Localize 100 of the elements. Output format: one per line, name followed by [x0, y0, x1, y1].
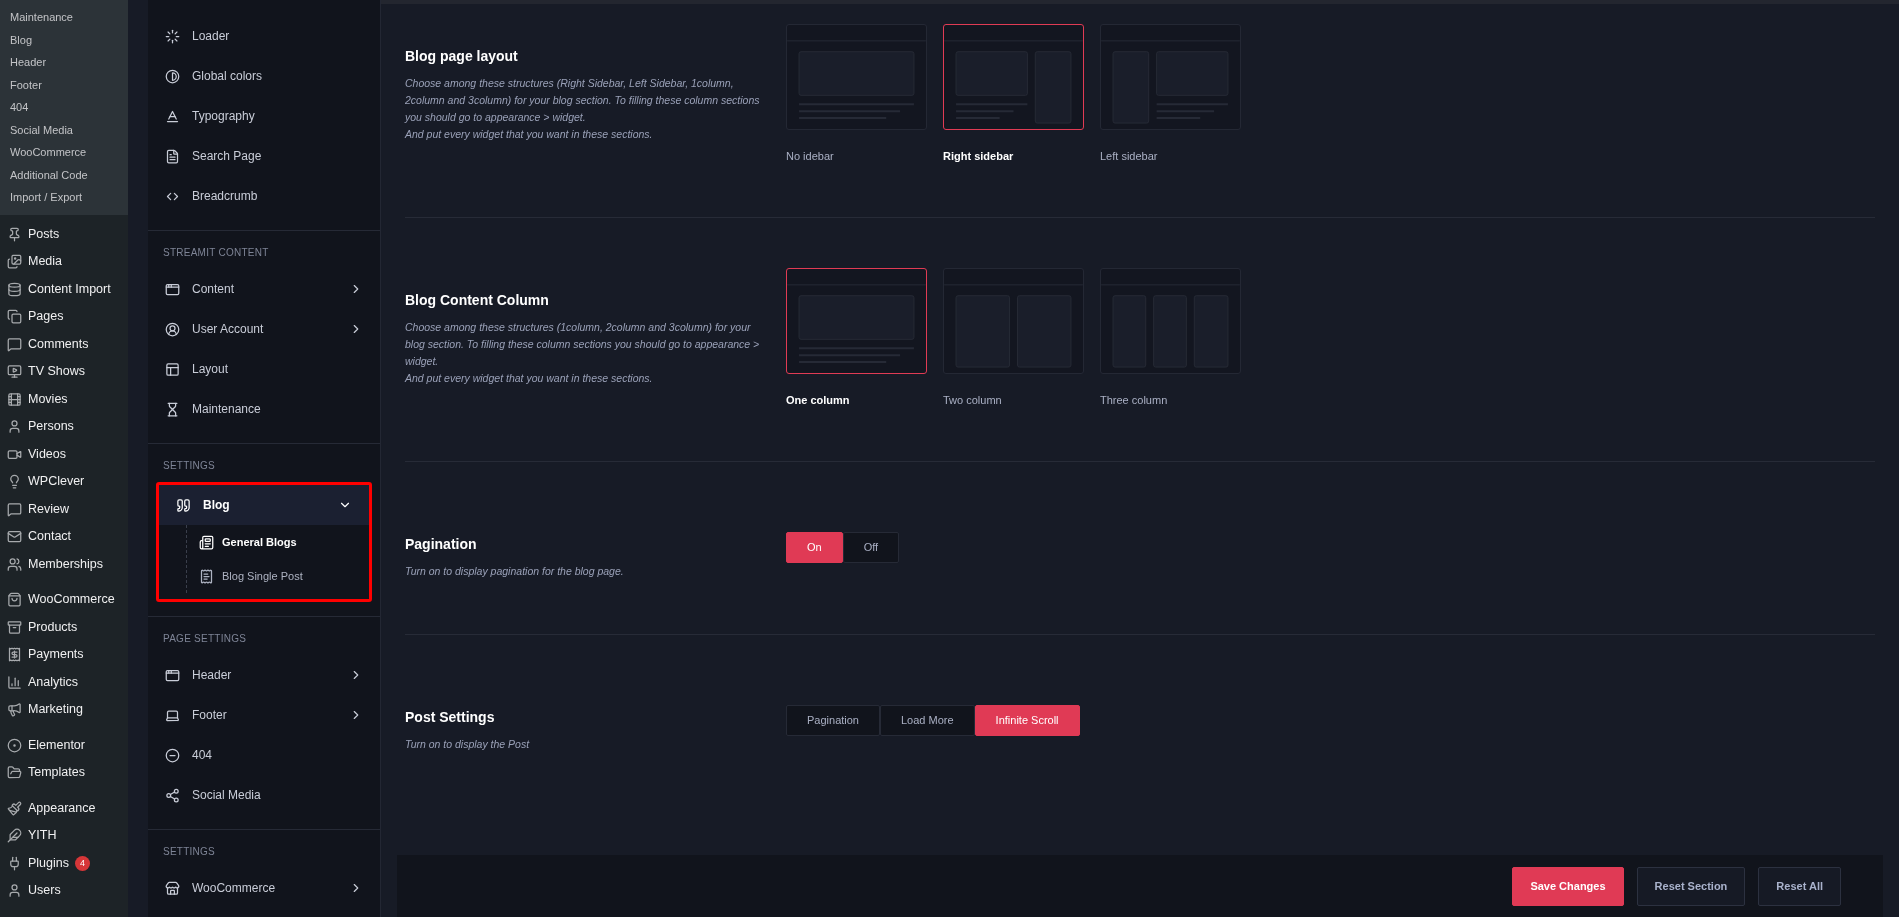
menu-item[interactable]: Elementor	[0, 731, 128, 759]
archive-box-icon	[7, 619, 22, 635]
sub-nav-item[interactable]: General Blogs	[187, 525, 369, 559]
segment-button[interactable]: Infinite Scroll	[974, 705, 1080, 736]
nav-item[interactable]: Breadcrumb	[148, 176, 380, 216]
nav-item[interactable]: Social Media	[148, 775, 380, 815]
menu-item[interactable]: Review	[0, 495, 128, 523]
newspaper-icon	[199, 534, 214, 550]
pin-icon	[7, 226, 22, 242]
submenu-link[interactable]: Import / Export	[0, 186, 128, 209]
save-button[interactable]: Save Changes	[1512, 866, 1624, 906]
section-title: Blog Content Column	[405, 291, 550, 310]
menu-item[interactable]: Plugins 4	[0, 849, 128, 877]
reset-button[interactable]: Reset All	[1758, 866, 1841, 906]
menu-label: Videos	[28, 445, 66, 463]
option-label: Right sidebar	[943, 149, 1015, 164]
nav-item[interactable]: Loader	[148, 16, 380, 56]
menu-label: Posts	[28, 225, 60, 243]
nav-item[interactable]: Header	[148, 655, 380, 695]
reset-button[interactable]: Reset Section	[1636, 866, 1746, 906]
envelope-icon	[7, 529, 22, 545]
menu-label: TV Shows	[28, 363, 85, 381]
menu-label: Payments	[28, 646, 84, 664]
nav-item[interactable]: Footer	[148, 695, 380, 735]
section-title: Pagination	[405, 535, 478, 554]
sub-nav-item[interactable]: Blog Single Post	[187, 559, 369, 593]
submenu-link[interactable]: WooCommerce	[0, 141, 128, 164]
nav-item[interactable]: WooCommerce	[148, 868, 380, 908]
share-icon	[165, 787, 180, 803]
window-icon	[165, 281, 180, 297]
option-label: One column	[786, 393, 851, 408]
menu-item[interactable]: Payments	[0, 641, 128, 669]
nav-item[interactable]: Content	[148, 269, 380, 309]
laptop-icon	[165, 707, 180, 723]
menu-item[interactable]: Memberships	[0, 550, 128, 578]
menu-item[interactable]: Products	[0, 613, 128, 641]
menu-item[interactable]: Templates	[0, 759, 128, 787]
menu-item[interactable]: TV Shows	[0, 358, 128, 386]
images-icon	[7, 254, 22, 270]
nav-item[interactable]: Typography	[148, 96, 380, 136]
submenu-link[interactable]: Blog	[0, 28, 128, 51]
layout-option-card[interactable]	[943, 24, 1084, 130]
menu-label: Appearance	[28, 799, 96, 817]
film-icon	[7, 391, 22, 407]
monitor-icon	[7, 364, 22, 380]
option-label: No idebar	[786, 149, 835, 164]
submenu-link[interactable]: Maintenance	[0, 6, 128, 29]
nav-item[interactable]: User Account	[148, 309, 380, 349]
circle-logo-icon	[7, 737, 22, 753]
person-icon	[7, 883, 22, 899]
speech-bubble-icon	[7, 336, 22, 352]
menu-item[interactable]: Contact	[0, 523, 128, 551]
submenu-link[interactable]: 404	[0, 96, 128, 119]
submenu-link[interactable]: Additional Code	[0, 163, 128, 186]
bar-chart-icon	[7, 674, 22, 690]
submenu-link[interactable]: Header	[0, 51, 128, 74]
paintbrush-icon	[7, 800, 22, 816]
menu-label: Marketing	[28, 701, 83, 719]
menu-item[interactable]: Appearance	[0, 794, 128, 822]
contrast-icon	[165, 68, 180, 84]
nav-item[interactable]: 404	[148, 735, 380, 775]
store-icon	[165, 880, 180, 896]
document-list-icon	[199, 568, 214, 584]
menu-item[interactable]: Comments	[0, 330, 128, 358]
submenu-link[interactable]: Footer	[0, 73, 128, 96]
layout-option-card[interactable]	[786, 268, 927, 374]
nav-label: Social Media	[192, 787, 262, 804]
menu-item[interactable]: YITH	[0, 822, 128, 850]
menu-label: Elementor	[28, 736, 85, 754]
menu-item[interactable]: Videos	[0, 440, 128, 468]
menu-item[interactable]: Media	[0, 248, 128, 276]
window-icon	[165, 667, 180, 683]
nav-item[interactable]: Global colors	[148, 56, 380, 96]
nav-item[interactable]: Search Page	[148, 136, 380, 176]
menu-item[interactable]: WPClever	[0, 468, 128, 496]
menu-item[interactable]: Posts	[0, 220, 128, 248]
nav-label: Blog	[203, 497, 231, 514]
menu-label: Pages	[28, 308, 64, 326]
layout-icon	[165, 361, 180, 377]
menu-item[interactable]: Pages	[0, 303, 128, 331]
nav-label: Global colors	[192, 68, 264, 85]
menu-label: Contact	[28, 528, 72, 546]
receipt-icon	[7, 647, 22, 663]
section-heading: SETTINGS	[162, 845, 216, 859]
menu-item[interactable]: Content Import	[0, 275, 128, 303]
nav-item[interactable]: Blog	[159, 485, 369, 525]
nav-item[interactable]: Maintenance	[148, 389, 380, 429]
menu-item[interactable]: WooCommerce	[0, 586, 128, 614]
nav-item[interactable]: Layout	[148, 349, 380, 389]
menu-item[interactable]: Users	[0, 877, 128, 905]
menu-item[interactable]: Movies	[0, 385, 128, 413]
menu-item[interactable]: Persons	[0, 413, 128, 441]
section-description: Turn on to display the Post	[405, 737, 531, 752]
segment-button[interactable]: Pagination	[786, 705, 880, 736]
menu-item[interactable]: Analytics	[0, 668, 128, 696]
segment-button[interactable]: Load More	[880, 705, 975, 736]
segment-button[interactable]: Off	[842, 532, 900, 563]
menu-item[interactable]: Marketing	[0, 696, 128, 724]
submenu-link[interactable]: Social Media	[0, 118, 128, 141]
segment-button[interactable]: On	[786, 532, 843, 563]
